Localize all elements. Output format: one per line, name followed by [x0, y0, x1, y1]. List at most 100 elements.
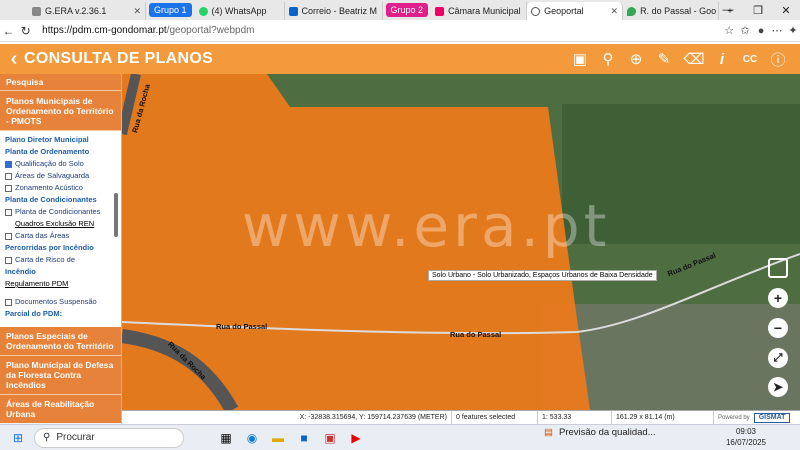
file-explorer-icon[interactable]: ▬: [268, 428, 288, 448]
checkbox[interactable]: [5, 256, 12, 264]
chevron-left-icon[interactable]: ‹: [4, 45, 24, 73]
info-circle-icon[interactable]: ⓘ: [764, 44, 792, 74]
tab-correio[interactable]: Correio - Beatriz M: [285, 2, 383, 20]
more-icon[interactable]: ⋯: [770, 22, 784, 40]
layer-label: Documentos Suspensão: [15, 297, 97, 306]
layer-carta-areas[interactable]: Carta das Áreas: [5, 230, 116, 242]
zoom-in-button[interactable]: +: [768, 288, 788, 308]
road-label: Rua do Passal: [216, 322, 268, 331]
features-selected: 0 features selected: [452, 410, 538, 425]
youtube-icon[interactable]: ▶: [346, 428, 366, 448]
layer-documentos[interactable]: Documentos Suspensão: [5, 296, 116, 308]
tab-label: R. do Passal - Goo: [640, 6, 717, 16]
layer-zonamento[interactable]: Zonamento Acústico: [5, 182, 116, 194]
road-label: Rua do Passal: [450, 330, 502, 339]
ordenamento-heading: Planta de Ordenamento: [5, 147, 90, 156]
url-field[interactable]: https://pdm.cm-gondomar.pt/geoportal?web…: [42, 23, 602, 39]
favorites-icon[interactable]: ✩: [738, 22, 752, 40]
checkbox[interactable]: [5, 184, 12, 192]
info-i-icon[interactable]: i: [708, 44, 736, 74]
regulamento-link[interactable]: Regulamento PDM: [5, 278, 116, 290]
search-icon[interactable]: ⚲: [594, 44, 622, 74]
tab-whatsapp[interactable]: (4) WhatsApp: [195, 2, 285, 20]
layer-label: Carta das Áreas: [15, 231, 70, 240]
tab-camara[interactable]: Câmara Municipal: [431, 2, 528, 20]
layer-carta-risco[interactable]: Carta de Risco de: [5, 254, 116, 266]
layer-condicionantes[interactable]: Planta de Condicionantes: [5, 206, 116, 218]
back-arrow-icon[interactable]: ←: [0, 21, 17, 41]
eraser-icon[interactable]: ⌫: [680, 44, 708, 74]
cc-icon[interactable]: CC: [736, 44, 764, 74]
tab-geoportal[interactable]: Geoportal ✕: [527, 2, 624, 20]
zone-tooltip: Solo Urbano - Solo Urbanizado, Espaços U…: [428, 270, 657, 281]
zoom-out-button[interactable]: −: [768, 318, 788, 338]
extent-readout: 161.29 x 81.14 (m): [612, 410, 714, 425]
edge-icon[interactable]: ◉: [242, 428, 262, 448]
condicionantes-heading: Planta de Condicionantes: [5, 195, 97, 204]
taskbar-search[interactable]: ⚲ Procurar: [34, 427, 184, 448]
parcial-heading: Parcial do PDM:: [5, 309, 63, 318]
map-canvas[interactable]: www.era.pt Solo Urbano - Solo Urbanizado…: [122, 74, 800, 410]
sidebar-section-search[interactable]: Pesquisa: [0, 74, 121, 91]
restore-icon[interactable]: ❐: [744, 0, 772, 20]
layer-qualificacao[interactable]: Qualificação do Solo: [5, 158, 116, 170]
clock-time: 09:03: [735, 427, 756, 436]
tab-label: Câmara Municipal: [448, 6, 521, 16]
camara-favicon-icon: [435, 6, 445, 16]
tab-label: (4) WhatsApp: [211, 6, 267, 16]
task-view-icon[interactable]: ▦: [216, 428, 236, 448]
checkbox[interactable]: [5, 298, 12, 306]
gera-favicon-icon: [32, 6, 41, 16]
page-title: CONSULTA DE PLANOS: [24, 50, 214, 67]
crosshair-icon[interactable]: ⊕: [622, 44, 650, 74]
percorridas-heading: Percorridas por Incêndio: [5, 243, 94, 252]
incendio-heading: Incêndio: [5, 267, 36, 276]
sidebar-section-defesa[interactable]: Plano Municipal de Defesa da Floresta Co…: [0, 356, 121, 395]
quadros-ren-link[interactable]: Quadros Exclusão REN: [5, 218, 116, 230]
close-window-icon[interactable]: ✕: [772, 0, 800, 20]
taskbar-search-label: Procurar: [56, 432, 95, 443]
url-path: /geoportal?webpdm: [166, 25, 255, 36]
pencil-icon[interactable]: ✎: [650, 44, 678, 74]
checkbox[interactable]: [5, 232, 12, 240]
close-tab-icon[interactable]: ✕: [607, 6, 619, 17]
expand-icon[interactable]: ⤢: [768, 348, 788, 368]
tab-group-2[interactable]: Grupo 2: [385, 3, 429, 17]
layer-salvaguarda[interactable]: Áreas de Salvaguarda: [5, 170, 116, 182]
windows-start-icon[interactable]: ⊞: [8, 428, 28, 448]
pointer-icon[interactable]: ➤: [768, 377, 788, 397]
minimize-icon[interactable]: —: [714, 0, 742, 20]
clock-date: 16/07/2025: [725, 438, 766, 447]
close-tab-icon[interactable]: ✕: [129, 6, 141, 17]
sidebar-section-pmot[interactable]: Planos Municipais de Ordenamento do Terr…: [0, 91, 121, 131]
gismat-logo[interactable]: GISMAT: [753, 412, 791, 423]
checkbox[interactable]: [5, 172, 12, 180]
map-status-bar: X: -32838.315694, Y: 159714.237639 (METE…: [122, 410, 800, 425]
layer-label: Zonamento Acústico: [15, 183, 83, 192]
sidebar-scrollbar[interactable]: [114, 193, 118, 237]
layer-label: Qualificação do Solo: [15, 159, 84, 168]
layers-icon[interactable]: ▣: [566, 44, 594, 74]
pmot-layer-list: Plano Diretor Municipal Planta de Ordena…: [0, 131, 121, 327]
profile-icon[interactable]: ●: [754, 22, 768, 40]
outlook-taskbar-icon[interactable]: ■: [294, 428, 314, 448]
fullscreen-extent-icon[interactable]: [768, 258, 788, 278]
copilot-icon[interactable]: ✦: [786, 22, 800, 40]
star-icon[interactable]: ☆: [722, 22, 736, 40]
store-icon[interactable]: ▣: [320, 428, 340, 448]
tab-gera[interactable]: G.ERA v.2.36.1 ✕: [28, 2, 146, 20]
weather-news-widget[interactable]: ▤ Previsão da qualidad...: [544, 427, 656, 438]
globe-icon: [531, 6, 541, 16]
maps-pin-icon: [627, 6, 637, 16]
sidebar-section-especiais[interactable]: Planos Especiais de Ordenamento do Terri…: [0, 327, 121, 356]
tab-rua-passal[interactable]: R. do Passal - Goo: [623, 2, 720, 20]
checkbox[interactable]: [5, 208, 12, 216]
reload-icon[interactable]: ↻: [17, 21, 34, 41]
magnifier-icon: ⚲: [43, 432, 51, 443]
tab-group-1[interactable]: Grupo 1: [149, 3, 192, 17]
sidebar-section-reabilitacao[interactable]: Áreas de Reabilitação Urbana: [0, 395, 121, 423]
checkbox[interactable]: [5, 160, 12, 168]
coords-readout: X: -32838.315694, Y: 159714.237639 (METE…: [122, 410, 452, 425]
tab-label: G.ERA v.2.36.1: [45, 6, 107, 16]
system-clock[interactable]: 09:03 16/07/2025: [726, 426, 766, 448]
